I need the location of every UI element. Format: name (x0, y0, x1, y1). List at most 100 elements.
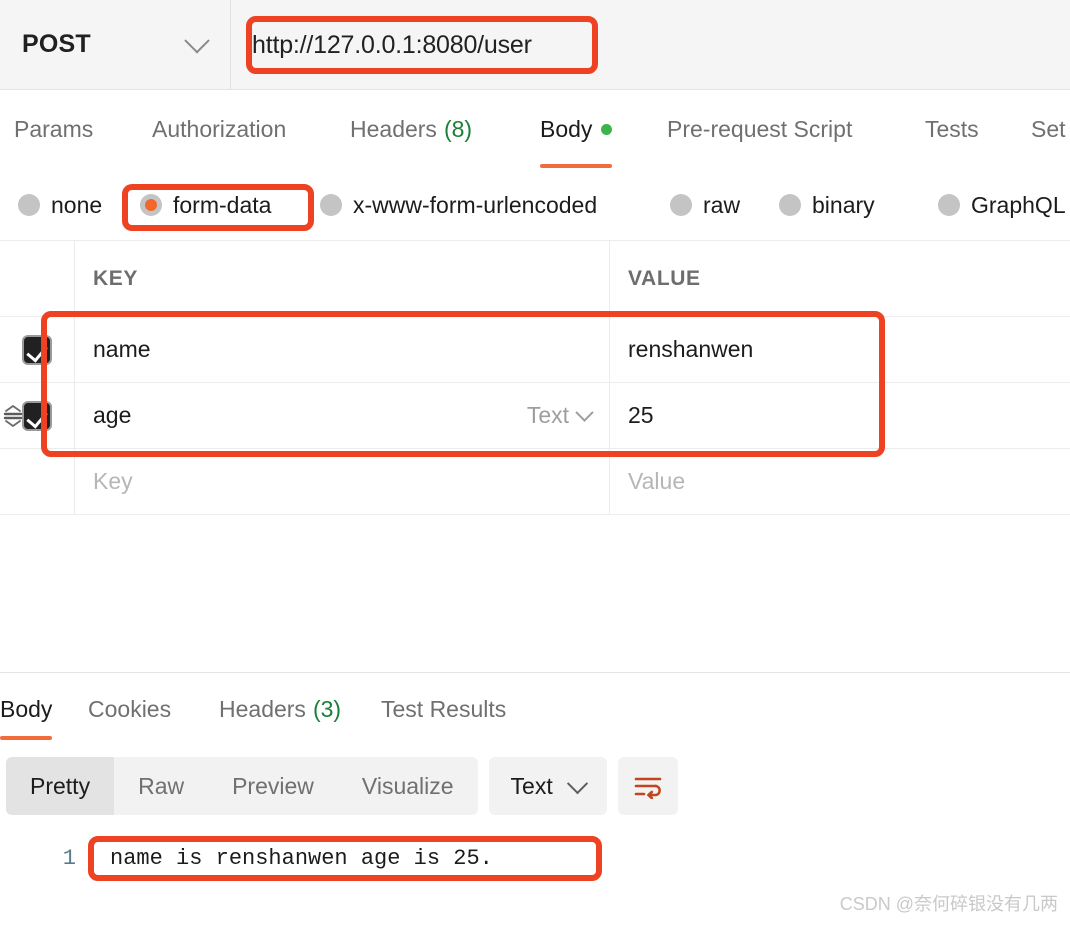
http-method-label: POST (22, 30, 91, 58)
response-tab-count: (3) (312, 695, 342, 722)
request-tab-authorization[interactable]: Authorization (152, 90, 286, 168)
table-header-row: KEY VALUE (0, 241, 1070, 317)
request-tab-label: Pre-request Script (667, 115, 853, 142)
request-tab-count: (8) (443, 115, 473, 142)
response-tab-body[interactable]: Body (0, 678, 53, 740)
http-method-select[interactable]: POST (0, 0, 231, 89)
radio-button-icon (938, 194, 960, 216)
response-view-label: Pretty (30, 772, 91, 799)
body-type-option-x-www-form-urlencoded[interactable]: x-www-form-urlencoded (320, 172, 597, 238)
request-tab-body[interactable]: Body (540, 90, 613, 168)
body-type-option-none[interactable]: none (18, 172, 102, 238)
row-checkbox-cell (0, 317, 75, 382)
response-body-text: name is renshanwen age is 25. (110, 845, 493, 871)
value-input-value: 25 (628, 402, 654, 428)
body-type-label: GraphQL (971, 191, 1066, 218)
table-row: name renshanwen (0, 317, 1070, 383)
body-type-option-graphql[interactable]: GraphQL (938, 172, 1066, 238)
radio-button-icon (18, 194, 40, 216)
body-type-label: x-www-form-urlencoded (353, 191, 598, 218)
value-input[interactable]: Value (610, 449, 1070, 514)
header-key-cell: KEY (75, 241, 610, 316)
word-wrap-button[interactable] (617, 757, 678, 815)
response-view-visualize[interactable]: Visualize (338, 757, 478, 815)
response-tab-label: Test Results (381, 695, 507, 722)
header-checkbox-cell (0, 241, 75, 316)
table-body: name renshanwen age Text 25 Key Value (0, 317, 1070, 515)
body-type-label: form-data (173, 191, 272, 218)
radio-button-icon (779, 194, 801, 216)
request-tab-headers[interactable]: Headers (8) (350, 90, 472, 168)
request-tabs: Params Authorization Headers (8) Body Pre-req… (0, 90, 1070, 168)
response-tab-label: Headers (219, 695, 306, 722)
row-enabled-checkbox[interactable] (22, 334, 52, 365)
request-url-bar: POST http://127.0.0.1:8080/user (0, 0, 1070, 90)
request-tab-label: Params (14, 115, 94, 142)
request-tab-label: Authorization (152, 115, 287, 142)
chevron-down-icon (575, 403, 594, 422)
request-tab-set[interactable]: Set (1031, 90, 1066, 168)
request-tab-label: Tests (925, 115, 979, 142)
active-tab-underline (540, 164, 613, 168)
response-view-pretty[interactable]: Pretty (6, 757, 115, 815)
url-input[interactable]: http://127.0.0.1:8080/user (252, 22, 1052, 68)
value-input[interactable]: 25 (610, 383, 1070, 448)
body-type-label: binary (812, 191, 875, 218)
response-tab-test-results[interactable]: Test Results (381, 678, 506, 740)
body-type-radio-group: none form-data x-www-form-urlencoded raw bin… (0, 172, 1070, 238)
response-tab-cookies[interactable]: Cookies (88, 678, 171, 740)
value-input[interactable]: renshanwen (610, 317, 1070, 382)
chevron-down-icon (566, 772, 588, 794)
key-input[interactable]: Key (75, 449, 610, 514)
row-checkbox-cell (0, 449, 75, 514)
key-input[interactable]: age Text (75, 383, 610, 448)
request-tab-params[interactable]: Params (14, 90, 93, 168)
response-view-raw[interactable]: Raw (114, 757, 208, 815)
key-input[interactable]: name (75, 317, 610, 382)
radio-button-icon (320, 194, 342, 216)
radio-button-icon (670, 194, 692, 216)
column-header-value: VALUE (628, 266, 701, 290)
response-body-viewer[interactable]: 1 name is renshanwen age is 25. (0, 832, 1070, 890)
response-language-label: Text (510, 772, 553, 799)
column-header-key: KEY (93, 266, 138, 290)
row-checkbox-cell (0, 383, 75, 448)
body-type-option-binary[interactable]: binary (779, 172, 875, 238)
body-type-option-raw[interactable]: raw (670, 172, 740, 238)
row-type-label: Text (526, 402, 569, 428)
table-row: age Text 25 (0, 383, 1070, 449)
chevron-down-icon (184, 27, 210, 53)
request-tab-pre-request-script[interactable]: Pre-request Script (667, 90, 852, 168)
unsaved-green-dot-icon (601, 123, 613, 135)
request-tab-label: Body (540, 115, 593, 142)
response-view-label: Preview (232, 772, 314, 799)
watermark: CSDN @奈何碎银没有几两 (839, 894, 1058, 914)
key-input-value: age (93, 402, 132, 428)
response-format-toolbar: Pretty Raw Preview Visualize Text (6, 757, 678, 815)
response-tab-headers[interactable]: Headers (3) (219, 678, 341, 740)
response-language-select[interactable]: Text (488, 757, 607, 815)
request-tab-label: Headers (350, 115, 437, 142)
response-tab-label: Cookies (88, 695, 172, 722)
request-tab-tests[interactable]: Tests (925, 90, 979, 168)
value-input-value: renshanwen (628, 336, 754, 362)
header-value-cell: VALUE (610, 241, 1070, 316)
line-number: 1 (62, 845, 76, 871)
radio-button-icon (140, 194, 162, 216)
key-input-value: name (93, 336, 151, 362)
form-data-table: KEY VALUE name renshanwen age Text 25 Key Valu… (0, 240, 1070, 515)
response-view-label: Visualize (361, 772, 454, 799)
word-wrap-icon (634, 777, 662, 799)
response-view-label: Raw (138, 772, 185, 799)
response-tabs: Body Cookies Headers (3) Test Results (0, 678, 1070, 740)
row-type-select[interactable]: Text (526, 402, 594, 429)
url-input-value: http://127.0.0.1:8080/user (252, 30, 532, 59)
response-view-segmented-control: Pretty Raw Preview Visualize (6, 757, 478, 815)
body-type-option-form-data[interactable]: form-data (140, 172, 271, 238)
body-type-label: raw (703, 191, 741, 218)
table-row: Key Value (0, 449, 1070, 515)
row-enabled-checkbox[interactable] (22, 400, 52, 431)
response-view-preview[interactable]: Preview (208, 757, 338, 815)
response-tab-label: Body (0, 695, 53, 722)
active-tab-underline (0, 736, 53, 740)
